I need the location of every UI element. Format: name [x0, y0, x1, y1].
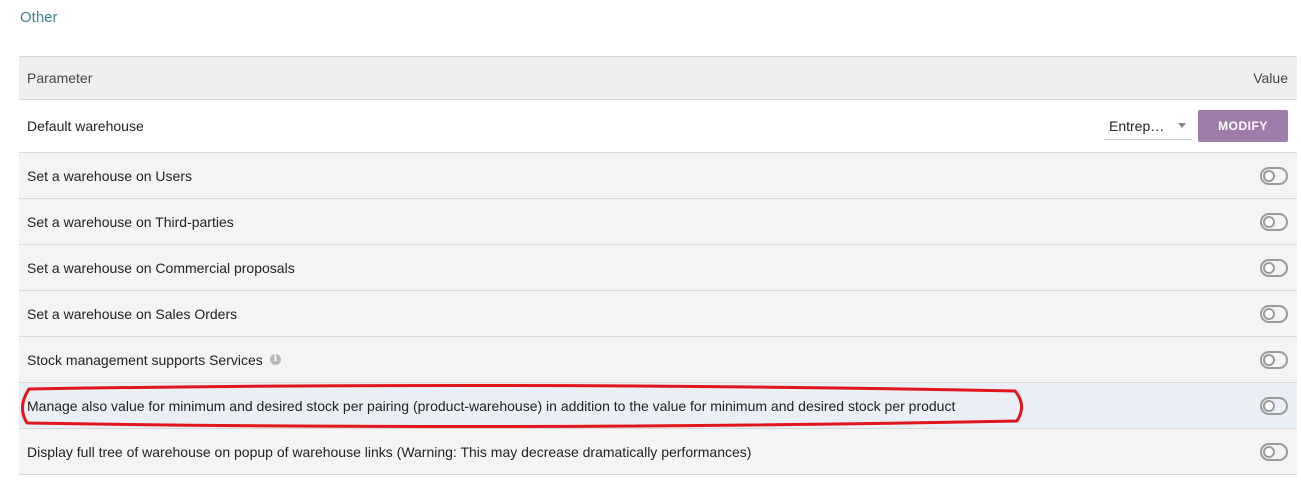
header-parameter: Parameter [27, 70, 93, 86]
option-label: Set a warehouse on Third-parties [27, 213, 234, 230]
table-row-warehouse-users: Set a warehouse on Users [19, 153, 1297, 199]
option-label: Stock management supports Services [27, 351, 263, 368]
info-icon[interactable]: i [269, 354, 281, 365]
header-value: Value [1253, 70, 1288, 86]
option-label: Display full tree of warehouse on popup … [27, 443, 752, 460]
table-row-min-desired-stock: Manage also value for minimum and desire… [19, 383, 1297, 429]
toggle-off-icon[interactable] [1260, 166, 1288, 185]
settings-table: Parameter Value Default warehouse Entrep… [19, 56, 1297, 475]
toggle-off-icon[interactable] [1260, 350, 1288, 369]
table-row-warehouse-sales-orders: Set a warehouse on Sales Orders [19, 291, 1297, 337]
option-label: Set a warehouse on Users [27, 167, 192, 184]
toggle-off-icon[interactable] [1260, 212, 1288, 231]
section-title: Other [20, 9, 58, 26]
option-label: Set a warehouse on Commercial proposals [27, 259, 295, 276]
table-row-stock-services: Stock management supports Services i [19, 337, 1297, 383]
option-label: Manage also value for minimum and desire… [27, 397, 956, 414]
table-row-default-warehouse: Default warehouse Entrep… MODIFY [19, 100, 1297, 153]
table-row-full-tree: Display full tree of warehouse on popup … [19, 429, 1297, 475]
toggle-off-icon[interactable] [1260, 304, 1288, 323]
toggle-off-icon[interactable] [1260, 442, 1288, 461]
table-header: Parameter Value [19, 57, 1297, 100]
toggle-off-icon[interactable] [1260, 396, 1288, 415]
toggle-off-icon[interactable] [1260, 258, 1288, 277]
default-warehouse-select-value: Entrep… [1109, 117, 1165, 134]
chevron-down-icon [1178, 123, 1186, 128]
default-warehouse-label: Default warehouse [27, 118, 144, 134]
default-warehouse-select[interactable]: Entrep… [1104, 113, 1192, 140]
option-label-with-info: Stock management supports Services i [27, 352, 281, 368]
table-row-warehouse-proposals: Set a warehouse on Commercial proposals [19, 245, 1297, 291]
modify-button[interactable]: MODIFY [1198, 110, 1288, 142]
table-row-warehouse-thirdparties: Set a warehouse on Third-parties [19, 199, 1297, 245]
default-warehouse-controls: Entrep… MODIFY [1104, 110, 1288, 142]
option-label: Set a warehouse on Sales Orders [27, 305, 238, 322]
